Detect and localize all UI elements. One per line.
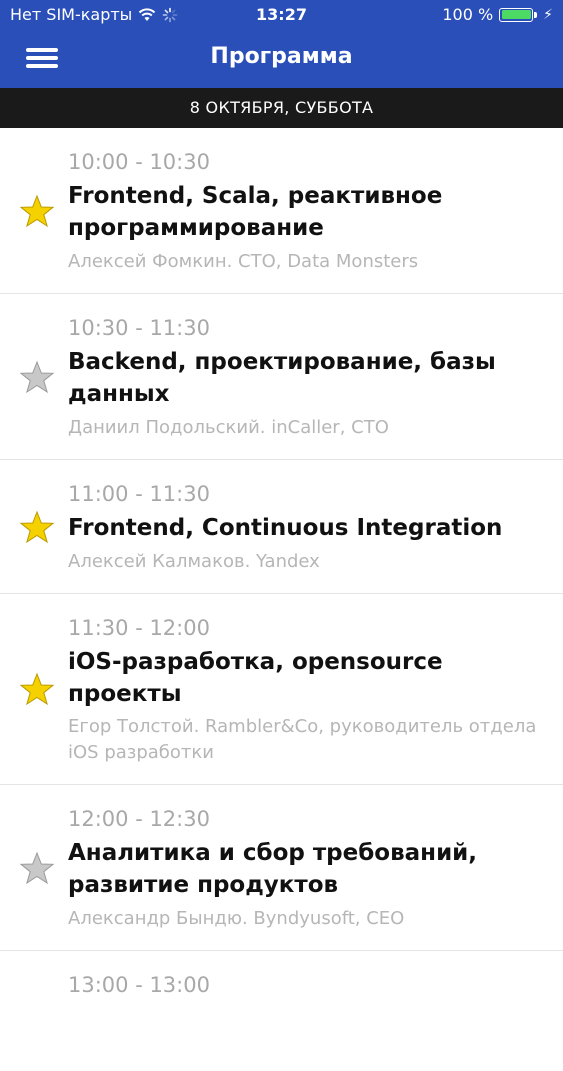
charging-bolt-icon: ⚡ — [543, 6, 553, 23]
session-title: Frontend, Continuous Integration — [68, 515, 503, 541]
star-outline-icon[interactable] — [19, 851, 55, 887]
star-filled-icon[interactable] — [19, 194, 55, 230]
session-item[interactable]: 11:00 - 11:30 Frontend, Continuous Integ… — [0, 460, 563, 594]
session-time: 12:00 - 12:30 — [68, 807, 210, 831]
session-item[interactable]: 11:30 - 12:00 iOS-разработка, opensource… — [0, 594, 563, 785]
session-time: 10:00 - 10:30 — [68, 150, 210, 174]
session-speaker: Алексей Фомкин. CTO, Data Monsters — [68, 251, 419, 272]
session-item[interactable]: 10:30 - 11:30 Backend, проектирование, б… — [0, 294, 563, 460]
page-title: Программа — [210, 44, 353, 69]
date-header: 8 ОКТЯБРЯ, СУББОТА — [0, 88, 563, 128]
session-time: 13:00 - 13:00 — [68, 973, 210, 997]
session-list: 10:00 - 10:30 Frontend, Scala, реактивно… — [0, 128, 563, 1071]
battery-icon — [499, 7, 534, 22]
session-speaker: Егор Толстой. Rambler&Co, руководитель о… — [68, 716, 537, 763]
star-outline-icon[interactable] — [19, 360, 55, 396]
session-item[interactable]: 13:00 - 13:00 — [0, 951, 563, 1071]
session-title: iOS-разработка, opensource проекты — [68, 649, 443, 707]
session-title: Аналитика и сбор требований, развитие пр… — [68, 840, 478, 898]
session-item[interactable]: 10:00 - 10:30 Frontend, Scala, реактивно… — [0, 128, 563, 294]
session-time: 11:00 - 11:30 — [68, 482, 210, 506]
top-bar: Нет SIM-карты 13:27 100 % ⚡ Программа — [0, 0, 563, 88]
session-time: 11:30 - 12:00 — [68, 616, 210, 640]
session-title: Frontend, Scala, реактивное программиров… — [68, 183, 443, 241]
session-speaker: Александр Бындю. Byndyusoft, CEO — [68, 908, 405, 929]
nav-bar: Программа — [0, 30, 563, 88]
session-speaker: Даниил Подольский. inCaller, CTO — [68, 417, 389, 438]
star-filled-icon[interactable] — [19, 672, 55, 708]
session-item[interactable]: 12:00 - 12:30 Аналитика и сбор требовани… — [0, 785, 563, 951]
session-time: 10:30 - 11:30 — [68, 316, 210, 340]
session-title: Backend, проектирование, базы данных — [68, 349, 496, 407]
status-bar: Нет SIM-карты 13:27 100 % ⚡ — [0, 0, 563, 30]
battery-percent: 100 % — [442, 5, 494, 24]
session-speaker: Алексей Калмаков. Yandex — [68, 551, 320, 572]
star-filled-icon[interactable] — [19, 510, 55, 546]
